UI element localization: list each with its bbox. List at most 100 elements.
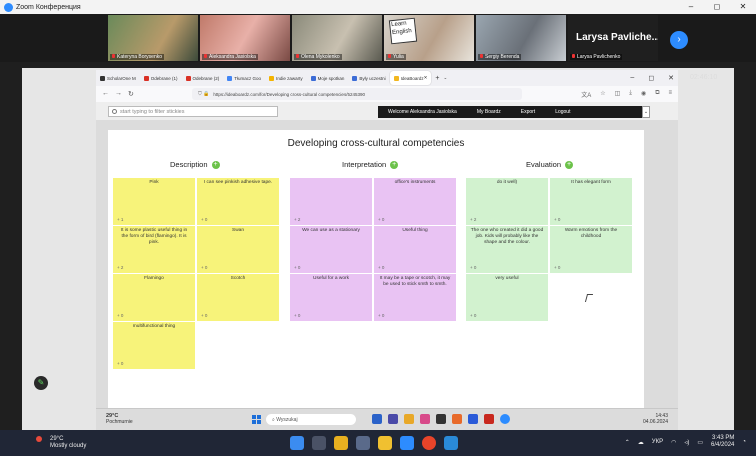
vote-count[interactable]: + 0	[294, 265, 300, 271]
vote-count[interactable]: + 2	[117, 265, 123, 271]
app-icon[interactable]	[484, 414, 494, 424]
weather-widget[interactable]: 29°C Pochmurnie	[106, 413, 133, 425]
vote-count[interactable]: + 0	[201, 313, 207, 319]
lang-indicator[interactable]: УКР	[652, 439, 663, 445]
logout-link[interactable]: Logout	[545, 109, 580, 115]
vote-count[interactable]: + 0	[378, 313, 384, 319]
participant-tile[interactable]: Kateryna Borysenko	[108, 15, 198, 61]
minimize-button[interactable]: –	[678, 0, 704, 14]
word-icon[interactable]	[468, 414, 478, 424]
app-icon[interactable]	[444, 436, 458, 450]
file-explorer-icon[interactable]	[378, 436, 392, 450]
add-sticky-plus-icon[interactable]: +	[565, 160, 574, 169]
browser-tab[interactable]: Były uczestni	[348, 71, 389, 85]
back-arrow-icon[interactable]: ←	[102, 90, 109, 98]
vote-count[interactable]: + 0	[117, 361, 123, 367]
battery-icon[interactable]: ▭	[697, 439, 703, 446]
sticky-note[interactable]: It has elegant form + 0	[550, 178, 632, 225]
vote-count[interactable]: + 2	[294, 217, 300, 223]
export-link[interactable]: Export	[511, 109, 545, 115]
sticky-note[interactable]: I can see pinkish adhesive tape. + 0	[197, 178, 279, 225]
taskbar-search-input[interactable]: ⌕ Wyszukaj	[266, 414, 356, 425]
teams-icon[interactable]	[388, 414, 398, 424]
reload-icon[interactable]: ↻	[128, 90, 134, 98]
vote-count[interactable]: + 0	[117, 313, 123, 319]
forward-arrow-icon[interactable]: →	[115, 90, 122, 98]
sticky-note[interactable]: Useful thing + 0	[374, 226, 456, 273]
pocket-icon[interactable]: ◫	[615, 90, 621, 99]
search-icon[interactable]	[312, 436, 326, 450]
maximize-button[interactable]: ◻	[704, 0, 730, 14]
vote-count[interactable]: + 0	[294, 313, 300, 319]
app-icon[interactable]	[436, 414, 446, 424]
vote-count[interactable]: + 0	[470, 265, 476, 271]
vote-count[interactable]: + 0	[554, 265, 560, 271]
widgets-icon[interactable]	[334, 436, 348, 450]
add-sticky-plus-icon[interactable]: +	[211, 160, 220, 169]
tray-chevron-icon[interactable]: ⌃	[625, 439, 630, 446]
vote-count[interactable]: + 2	[470, 217, 476, 223]
windows-start-icon[interactable]	[290, 436, 304, 450]
vote-count[interactable]: + 1	[117, 217, 123, 223]
vote-count[interactable]: + 0	[201, 265, 207, 271]
browser-minimize-button[interactable]: –	[630, 74, 634, 82]
task-view-icon[interactable]	[356, 436, 370, 450]
sticky-note[interactable]: Pink + 1	[113, 178, 195, 225]
sticky-note[interactable]: Flamingo + 0	[113, 274, 195, 321]
app-icon[interactable]	[420, 414, 430, 424]
browser-tab-active[interactable]: IdeaBoardz ✕	[389, 71, 432, 85]
extensions-icon[interactable]: ⧉	[655, 90, 659, 99]
task-view-icon[interactable]	[372, 414, 382, 424]
menu-icon[interactable]: ≡	[668, 90, 672, 99]
sticky-note[interactable]: It may be a tape or scotch, it may be us…	[374, 274, 456, 321]
chrome-icon[interactable]	[422, 436, 436, 450]
sticky-note[interactable]: do it well) + 2	[466, 178, 548, 225]
filter-stickies-input[interactable]: start typing to filter stickies	[108, 106, 278, 117]
participant-tile[interactable]: Sergiy Berenda	[476, 15, 566, 61]
add-sticky-plus-icon[interactable]: +	[390, 160, 399, 169]
sticky-note[interactable]: office's instruments + 0	[374, 178, 456, 225]
browser-tab[interactable]: Odebrane (1)	[140, 71, 182, 85]
windows-start-icon[interactable]	[252, 415, 261, 424]
address-bar[interactable]: ⛉ 🔒 https://ideaboardz.com/for/Developin…	[192, 88, 522, 100]
browser-close-button[interactable]: ✕	[668, 74, 674, 82]
browser-tab[interactable]: Odebrane (2)	[182, 71, 224, 85]
sticky-note[interactable]: + 2	[290, 178, 372, 225]
notification-bell-icon[interactable]: ◔	[742, 439, 746, 445]
sticky-note[interactable]: Useful for a work + 0	[290, 274, 372, 321]
cloud-icon[interactable]: ☁	[638, 439, 644, 446]
sticky-note[interactable]: It is some plastic useful thing in the f…	[113, 226, 195, 273]
vote-count[interactable]: + 0	[201, 217, 207, 223]
close-button[interactable]: ✕	[730, 0, 756, 14]
sticky-note[interactable]: The one who created it did a good job. K…	[466, 226, 548, 273]
new-tab-button[interactable]: +	[435, 75, 439, 82]
sticky-note[interactable]: We can use as a stationary + 0	[290, 226, 372, 273]
firefox-icon[interactable]	[452, 414, 462, 424]
weather-widget[interactable]: 29°C Mostly cloudy	[50, 436, 86, 450]
sticky-note[interactable]: very useful + 0	[466, 274, 548, 321]
participant-tile[interactable]: Learn English Yulia	[384, 15, 474, 61]
zoom-icon[interactable]	[500, 414, 510, 424]
vote-count[interactable]: + 0	[470, 313, 476, 319]
sticky-note[interactable]: Swan + 0	[197, 226, 279, 273]
browser-tab[interactable]: Indie zawarty	[265, 71, 307, 85]
browser-maximize-button[interactable]: ◻	[648, 74, 654, 82]
participant-tile[interactable]: Aleksandra Jasiolska	[200, 15, 290, 61]
tab-list-chevron-icon[interactable]: ⌄	[444, 75, 448, 81]
next-page-chevron-icon[interactable]: ›	[670, 31, 688, 49]
wifi-icon[interactable]: ◠	[671, 439, 676, 446]
vote-count[interactable]: + 0	[554, 217, 560, 223]
sticky-note[interactable]: Scotch + 0	[197, 274, 279, 321]
bookmark-star-icon[interactable]: ☆	[600, 90, 605, 99]
volume-icon[interactable]: ◃)	[684, 439, 689, 446]
vote-count[interactable]: + 0	[378, 265, 384, 271]
participant-tile[interactable]: Olena Mykolenko	[292, 15, 382, 61]
sticky-note[interactable]: multifunctional thing + 0	[113, 322, 195, 369]
download-icon[interactable]: ⤓	[629, 90, 632, 99]
pencil-icon[interactable]: ✎	[34, 376, 48, 390]
clock[interactable]: 3:43 PM 6/4/2024	[711, 435, 734, 449]
translate-icon[interactable]: 文A	[581, 90, 591, 99]
sticky-note[interactable]: Warm emotions from the childhood + 0	[550, 226, 632, 273]
account-icon[interactable]: ◉	[641, 90, 646, 99]
participant-tile[interactable]: Larysa Pavliche... Larysa Pavlichenko	[568, 15, 658, 61]
